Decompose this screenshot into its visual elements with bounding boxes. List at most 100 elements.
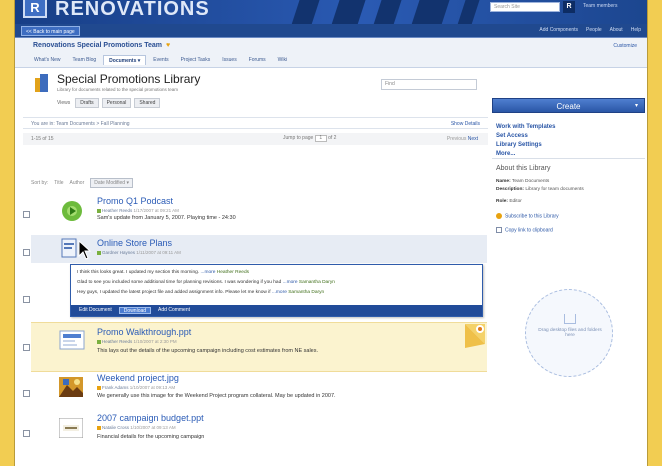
doc-description: Financial details for the upcoming campa… [97, 434, 205, 440]
comment: Glad to see you included some additional… [77, 280, 335, 285]
create-label[interactable]: Create [556, 102, 580, 111]
more-link[interactable]: ...more [200, 270, 215, 275]
edit-document-button[interactable]: Edit Document [75, 307, 116, 314]
spreadsheet-icon [58, 417, 84, 439]
nav-link-add-components[interactable]: Add Components [539, 27, 578, 33]
prev-next: Previous Next [447, 136, 478, 142]
subscribe-link[interactable]: Subscribe to this Library [496, 213, 559, 219]
download-button[interactable]: Download [118, 307, 152, 314]
mouse-cursor-icon [78, 239, 92, 260]
doc-checkbox[interactable] [23, 211, 30, 218]
site-search-input[interactable]: Search Site [490, 2, 560, 12]
doc-date: 1/11/2007 at 09:11 AM [136, 250, 181, 255]
tab-events[interactable]: Events [148, 55, 173, 65]
sort-label: Sort by: [31, 180, 49, 186]
brand-name: RENOVATIONS [55, 0, 210, 20]
doc-checkbox[interactable] [23, 296, 30, 303]
nav-link-help[interactable]: Help [631, 27, 641, 33]
nav-link-people[interactable]: People [586, 27, 602, 33]
sidebar-links: Work with Templates Set Access Library S… [496, 124, 555, 160]
page-number-input[interactable]: 1 [314, 135, 327, 142]
doc-description: This lays out the details of the upcomin… [97, 348, 319, 354]
comment-author[interactable]: Heather Reeds [217, 270, 249, 275]
doc-checkbox[interactable] [23, 430, 30, 437]
doc-title-link[interactable]: Promo Q1 Podcast [97, 196, 173, 206]
doc-checkbox[interactable] [23, 344, 30, 351]
set-access-link[interactable]: Set Access [496, 133, 555, 139]
doc-date: 1/10/2007 at 2:30 PM [133, 339, 177, 344]
tab-project-tasks[interactable]: Project Tasks [176, 55, 216, 65]
show-details-link[interactable]: Show Details [451, 121, 480, 127]
doc-author[interactable]: Frank Adams [102, 385, 129, 390]
doc-author[interactable]: Heather Reeds [102, 208, 132, 213]
subscribe-label[interactable]: Subscribe to this Library [505, 213, 559, 219]
doc-title-link[interactable]: Weekend project.jpg [97, 373, 179, 383]
doc-description: We generally use this image for the Week… [97, 393, 336, 399]
about-label: Name: [496, 179, 511, 184]
doc-author[interactable]: Natalie Cross [102, 425, 129, 430]
sort-date-dropdown[interactable]: Date Modified ▾ [90, 178, 133, 188]
tab-whats-new[interactable]: What's New [29, 55, 66, 65]
user-menu[interactable]: Team members [583, 3, 617, 9]
view-personal-button[interactable]: Personal [101, 98, 132, 108]
clipboard-icon [496, 227, 502, 233]
chevron-down-icon[interactable]: ▾ [635, 99, 638, 114]
doc-author[interactable]: Gardner Haynes [102, 250, 135, 255]
tab-issues[interactable]: Issues [217, 55, 241, 65]
presentation-icon [59, 330, 85, 350]
pagination-row: 1-15 of 15 Jump to page 1 of 2 Previous … [23, 133, 488, 145]
about-description-row: Description: Library for team documents [496, 187, 584, 192]
sort-bar: Sort by: Title Author Date Modified ▾ [31, 178, 133, 188]
view-drafts-button[interactable]: Drafts [75, 98, 99, 108]
more-link[interactable]: ...more [272, 290, 287, 295]
sort-title-option[interactable]: Title [54, 180, 63, 186]
doc-title-link[interactable]: Promo Walkthrough.ppt [97, 327, 191, 337]
create-button[interactable]: Create ▾ [492, 98, 645, 113]
next-link[interactable]: Next [468, 136, 478, 142]
about-name-row: Name: Team Documents [496, 179, 549, 184]
doc-checkbox[interactable] [23, 390, 30, 397]
more-link[interactable]: ...more [283, 280, 298, 285]
copy-link[interactable]: Copy link to clipboard [496, 227, 553, 233]
about-label: Role: [496, 199, 508, 204]
heart-icon[interactable]: ♥ [166, 42, 170, 49]
library-title: Special Promotions Library [57, 72, 201, 86]
search-icon[interactable]: R [563, 1, 575, 13]
doc-date: 1/17/2007 at 09:21 AM [133, 208, 179, 213]
team-tabs: What's New Team Blog Documents ▾ Events … [29, 55, 292, 65]
about-library-panel: About this Library Name: Team Documents … [492, 158, 645, 377]
customize-link[interactable]: Customize [613, 43, 637, 49]
add-comment-button[interactable]: Add Comment [154, 307, 194, 314]
doc-checkbox[interactable] [23, 249, 30, 256]
team-title[interactable]: Renovations Special Promotions Team ♥ [33, 42, 170, 49]
comment-text: Hey guys, I updated the latest project f… [77, 290, 271, 295]
work-with-templates-link[interactable]: Work with Templates [496, 124, 555, 130]
tab-forums[interactable]: Forums [244, 55, 271, 65]
library-find-input[interactable]: Find [381, 79, 477, 90]
copy-link-label[interactable]: Copy link to clipboard [505, 227, 553, 233]
doc-title-link[interactable]: 2007 campaign budget.ppt [97, 413, 204, 423]
nav-link-about[interactable]: About [610, 27, 623, 33]
doc-author[interactable]: Heather Reeds [102, 339, 132, 344]
tab-team-blog[interactable]: Team Blog [68, 55, 102, 65]
comment-author[interactable]: Samantha Daryn [299, 280, 335, 285]
about-role-row: Role: Editor [496, 199, 522, 204]
breadcrumb[interactable]: You are in: Team Documents > Fall Planni… [31, 121, 130, 127]
back-to-main-button[interactable]: << Back to main page [21, 26, 80, 36]
team-header: Renovations Special Promotions Team ♥ Cu… [15, 38, 647, 68]
library-settings-link[interactable]: Library Settings [496, 142, 555, 148]
file-drop-zone[interactable]: Drag desktop files and folders here [525, 289, 613, 377]
comment-author[interactable]: Samantha Daryn [288, 290, 324, 295]
view-shared-button[interactable]: Shared [134, 98, 161, 108]
tab-wiki[interactable]: Wiki [273, 55, 292, 65]
tab-documents[interactable]: Documents ▾ [103, 55, 147, 65]
team-title-text[interactable]: Renovations Special Promotions Team [33, 42, 162, 49]
library-icon [35, 74, 49, 92]
sort-author-option[interactable]: Author [70, 180, 85, 186]
app-window: R RENOVATIONS Search Site R Team members… [14, 0, 648, 466]
more-link[interactable]: More... [496, 151, 555, 157]
previous-link[interactable]: Previous [447, 136, 466, 142]
doc-title-link[interactable]: Online Store Plans [97, 238, 172, 248]
header-decoration [265, 0, 485, 34]
logo-icon: R [23, 0, 47, 18]
